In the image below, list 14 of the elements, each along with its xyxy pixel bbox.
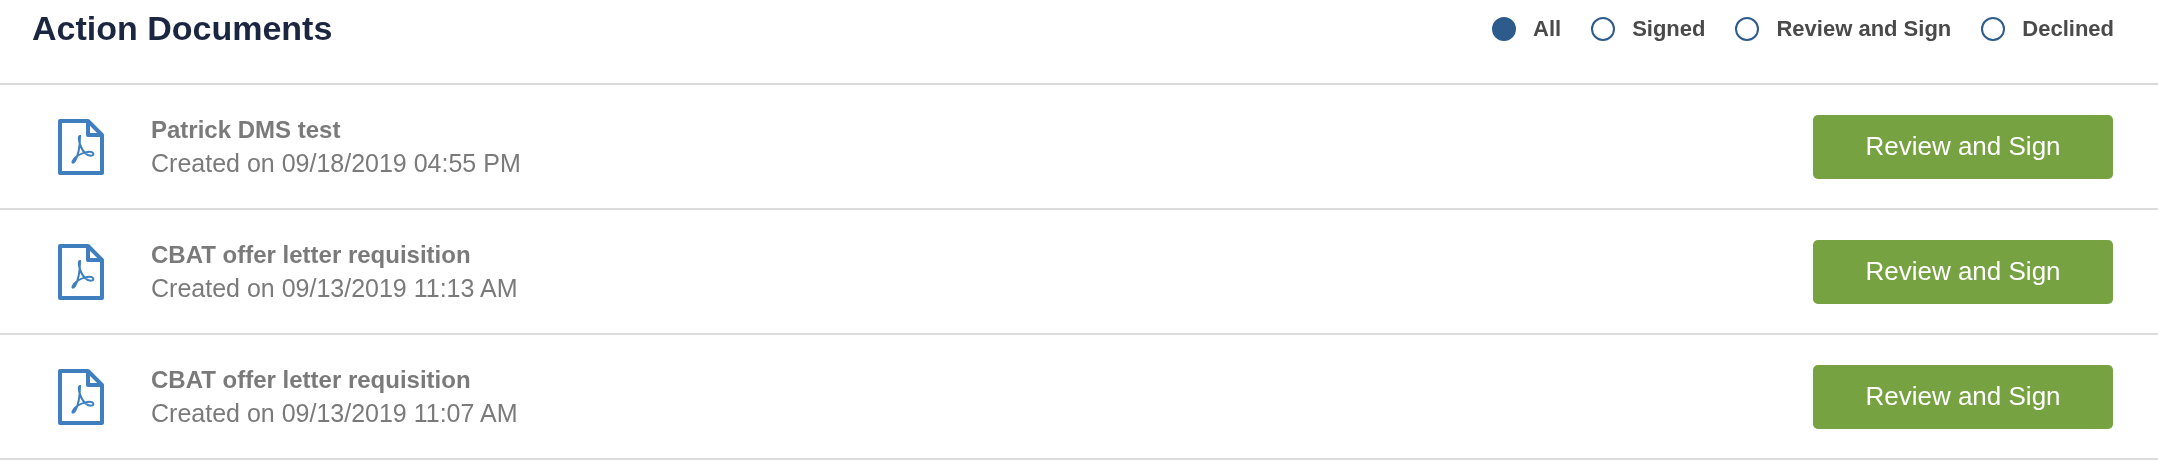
document-name: CBAT offer letter requisition <box>151 364 472 395</box>
created-date: Created on 09/13/2019 11:13 AM <box>151 272 519 304</box>
created-date: Created on 09/18/2019 04:55 PM <box>151 147 522 179</box>
document-name: CBAT offer letter requisition <box>151 239 472 270</box>
created-date: Created on 09/13/2019 11:07 AM <box>151 397 519 429</box>
document-name: Patrick DMS test <box>151 114 342 145</box>
filter-radio[interactable]: All <box>1492 12 1562 45</box>
pdf-file-icon <box>57 368 105 425</box>
filter-radio[interactable]: Signed <box>1591 12 1706 45</box>
filter-radio[interactable]: Declined <box>1981 12 2114 45</box>
page-title: Action Documents <box>32 8 333 49</box>
pdf-file-icon <box>57 118 105 175</box>
filter-radio[interactable]: Review and Sign <box>1735 12 1952 45</box>
pdf-file-icon <box>57 243 105 300</box>
